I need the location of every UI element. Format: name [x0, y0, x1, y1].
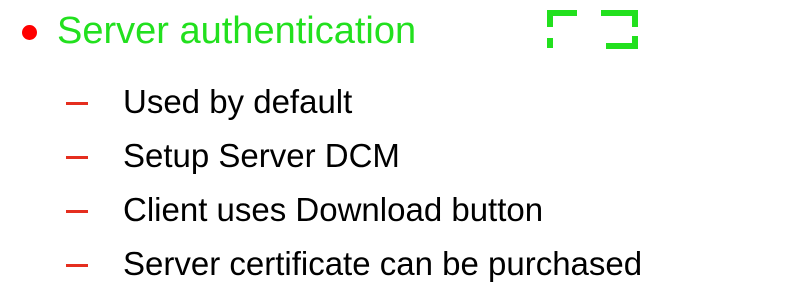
main-bullet: Server authentication — [22, 6, 416, 56]
red-dot-icon — [22, 24, 37, 40]
corner-brackets-shapes — [547, 10, 638, 49]
sub-item-3: Client uses Download button — [66, 187, 543, 233]
sub-item-label: Used by default — [123, 83, 353, 120]
slide: Server authentication Used by default Se… — [0, 0, 795, 301]
main-bullet-label: Server authentication — [57, 10, 417, 52]
dash-icon — [66, 263, 88, 267]
sub-item-2: Setup Server DCM — [66, 133, 400, 179]
sub-item-label: Client uses Download button — [123, 191, 544, 228]
dash-icon — [66, 209, 88, 213]
sub-item-1: Used by default — [66, 79, 352, 125]
dash-icon — [66, 101, 88, 105]
sub-item-label: Setup Server DCM — [123, 137, 400, 174]
sub-item-label: Server certificate can be purchased — [123, 245, 643, 282]
dash-icon — [66, 155, 88, 159]
sub-item-4: Server certificate can be purchased — [66, 241, 642, 287]
corner-brackets-icon — [547, 10, 638, 49]
